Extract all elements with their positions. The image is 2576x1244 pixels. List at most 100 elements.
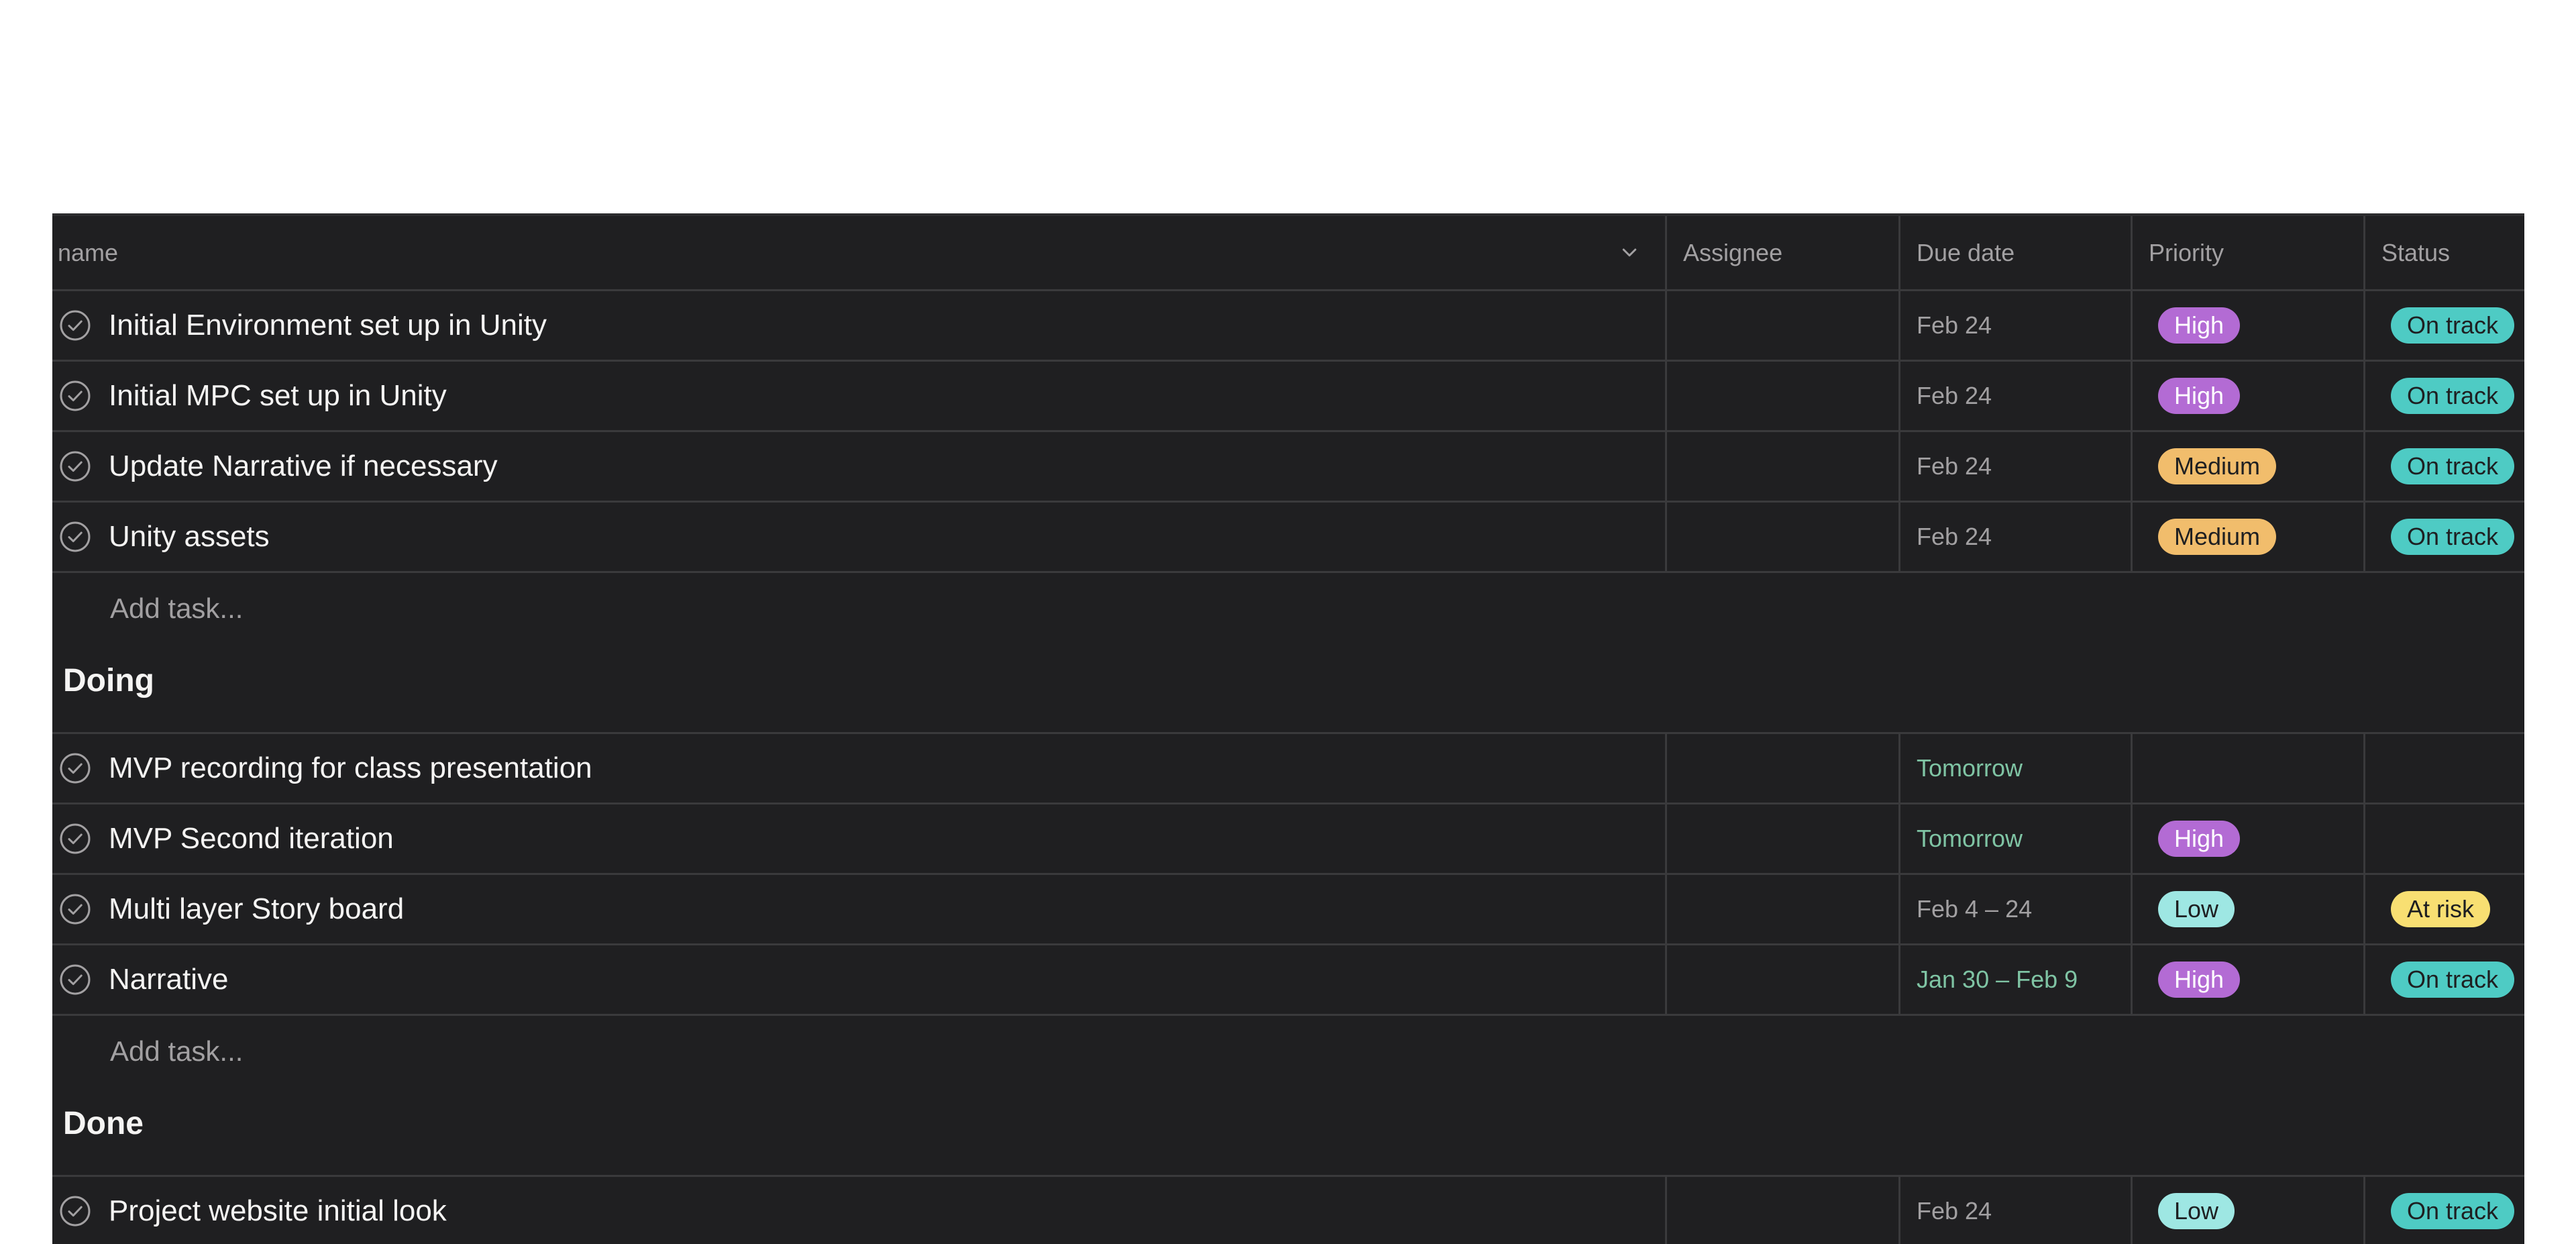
assignee-cell[interactable] (1665, 362, 1898, 430)
task-name[interactable]: Multi layer Story board (109, 892, 404, 926)
column-header-status[interactable]: Status (2363, 216, 2524, 289)
assignee-cell[interactable] (1665, 734, 1898, 802)
column-header-assignee-label: Assignee (1683, 238, 1783, 266)
status-badge: On track (2391, 378, 2515, 414)
task-row[interactable]: MVP recording for class presentation Tomo… (52, 734, 2524, 805)
assignee-cell[interactable] (1665, 945, 1898, 1014)
status-cell[interactable]: On track (2363, 362, 2524, 430)
check-circle-icon[interactable] (59, 823, 91, 855)
task-row[interactable]: Unity assets Feb 24 Medium On track (52, 503, 2524, 573)
task-name-cell[interactable]: Update Narrative if necessary (52, 432, 1665, 501)
due-date-cell[interactable]: Jan 30 – Feb 9 (1898, 945, 2131, 1014)
task-name-cell[interactable]: Initial MPC set up in Unity (52, 362, 1665, 430)
due-date-cell[interactable]: Feb 24 (1898, 503, 2131, 571)
task-row[interactable]: Multi layer Story board Feb 4 – 24 Low At r… (52, 875, 2524, 945)
priority-cell[interactable]: Low (2131, 875, 2363, 943)
assignee-cell[interactable] (1665, 875, 1898, 943)
task-name-cell[interactable]: Narrative (52, 945, 1665, 1014)
add-task-button[interactable]: Add task... (110, 1016, 243, 1086)
priority-cell[interactable]: High (2131, 291, 2363, 360)
priority-badge: Medium (2158, 448, 2277, 484)
task-name[interactable]: Initial Environment set up in Unity (109, 309, 547, 342)
check-circle-icon[interactable] (59, 893, 91, 925)
priority-badge: High (2158, 307, 2241, 344)
task-row[interactable]: Initial Environment set up in Unity Feb 2… (52, 291, 2524, 362)
due-date-value: Jan 30 – Feb 9 (1917, 966, 2078, 993)
task-name[interactable]: MVP Second iteration (109, 822, 394, 856)
column-header-name[interactable]: name (52, 216, 1665, 289)
check-circle-icon[interactable] (59, 309, 91, 342)
due-date-value: Feb 24 (1917, 311, 1992, 339)
column-header-status-label: Status (2381, 238, 2451, 266)
due-date-value: Tomorrow (1917, 825, 2023, 852)
due-date-cell[interactable]: Feb 4 – 24 (1898, 875, 2131, 943)
status-cell[interactable] (2363, 734, 2524, 802)
task-name[interactable]: Narrative (109, 963, 229, 996)
task-name-cell[interactable]: Unity assets (52, 503, 1665, 571)
check-circle-icon[interactable] (59, 380, 91, 412)
task-name-cell[interactable]: MVP recording for class presentation (52, 734, 1665, 802)
check-circle-icon[interactable] (59, 450, 91, 482)
due-date-cell[interactable]: Tomorrow (1898, 734, 2131, 802)
column-header-priority[interactable]: Priority (2131, 216, 2363, 289)
priority-badge: High (2158, 821, 2241, 857)
status-badge: On track (2391, 448, 2515, 484)
priority-cell[interactable]: High (2131, 805, 2363, 873)
due-date-cell[interactable]: Feb 24 (1898, 432, 2131, 501)
priority-badge: Low (2158, 1193, 2235, 1229)
due-date-value: Tomorrow (1917, 754, 2023, 782)
due-date-cell[interactable]: Feb 24 (1898, 362, 2131, 430)
check-circle-icon[interactable] (59, 752, 91, 784)
due-date-value: Feb 24 (1917, 452, 1992, 480)
priority-cell[interactable]: High (2131, 362, 2363, 430)
due-date-value: Feb 24 (1917, 523, 1992, 550)
task-row[interactable]: Narrative Jan 30 – Feb 9 High On track (52, 945, 2524, 1016)
status-cell[interactable]: On track (2363, 291, 2524, 360)
check-circle-icon[interactable] (59, 1195, 91, 1227)
check-circle-icon[interactable] (59, 964, 91, 996)
column-header-due-date[interactable]: Due date (1898, 216, 2131, 289)
status-cell[interactable] (2363, 805, 2524, 873)
task-row[interactable]: MVP Second iteration Tomorrow High (52, 805, 2524, 875)
status-cell[interactable]: At risk (2363, 875, 2524, 943)
task-name[interactable]: Update Narrative if necessary (109, 450, 498, 483)
due-date-cell[interactable]: Tomorrow (1898, 805, 2131, 873)
task-name[interactable]: MVP recording for class presentation (109, 751, 592, 785)
task-row[interactable]: Initial MPC set up in Unity Feb 24 High On … (52, 362, 2524, 432)
task-row[interactable]: Update Narrative if necessary Feb 24 Mediu… (52, 432, 2524, 503)
check-circle-icon[interactable] (59, 521, 91, 553)
due-date-value: Feb 4 – 24 (1917, 895, 2033, 923)
task-name[interactable]: Initial MPC set up in Unity (109, 379, 447, 413)
priority-cell[interactable]: Medium (2131, 503, 2363, 571)
assignee-cell[interactable] (1665, 432, 1898, 501)
assignee-cell[interactable] (1665, 1177, 1898, 1244)
priority-cell[interactable]: Low (2131, 1177, 2363, 1244)
section-header-done[interactable]: Done (63, 1086, 144, 1160)
task-name-cell[interactable]: Multi layer Story board (52, 875, 1665, 943)
task-row[interactable]: Project website initial look Feb 24 Low On … (52, 1177, 2524, 1244)
assignee-cell[interactable] (1665, 805, 1898, 873)
assignee-cell[interactable] (1665, 503, 1898, 571)
due-date-cell[interactable]: Feb 24 (1898, 1177, 2131, 1244)
column-header-row: name Assignee Due date Priority Status (52, 216, 2524, 291)
section-header-doing[interactable]: Doing (63, 643, 154, 717)
add-task-button[interactable]: Add task... (110, 573, 243, 643)
chevron-down-icon[interactable] (1619, 243, 1640, 263)
column-header-assignee[interactable]: Assignee (1665, 216, 1898, 289)
assignee-cell[interactable] (1665, 291, 1898, 360)
due-date-value: Feb 24 (1917, 1197, 1992, 1225)
priority-cell[interactable]: High (2131, 945, 2363, 1014)
task-name[interactable]: Unity assets (109, 520, 270, 554)
task-name-cell[interactable]: Initial Environment set up in Unity (52, 291, 1665, 360)
status-cell[interactable]: On track (2363, 945, 2524, 1014)
task-name-cell[interactable]: Project website initial look (52, 1177, 1665, 1244)
task-name[interactable]: Project website initial look (109, 1194, 447, 1228)
status-cell[interactable]: On track (2363, 1177, 2524, 1244)
priority-cell[interactable]: Medium (2131, 432, 2363, 501)
status-cell[interactable]: On track (2363, 432, 2524, 501)
priority-cell[interactable] (2131, 734, 2363, 802)
status-cell[interactable]: On track (2363, 503, 2524, 571)
task-name-cell[interactable]: MVP Second iteration (52, 805, 1665, 873)
due-date-cell[interactable]: Feb 24 (1898, 291, 2131, 360)
status-badge: On track (2391, 519, 2515, 555)
